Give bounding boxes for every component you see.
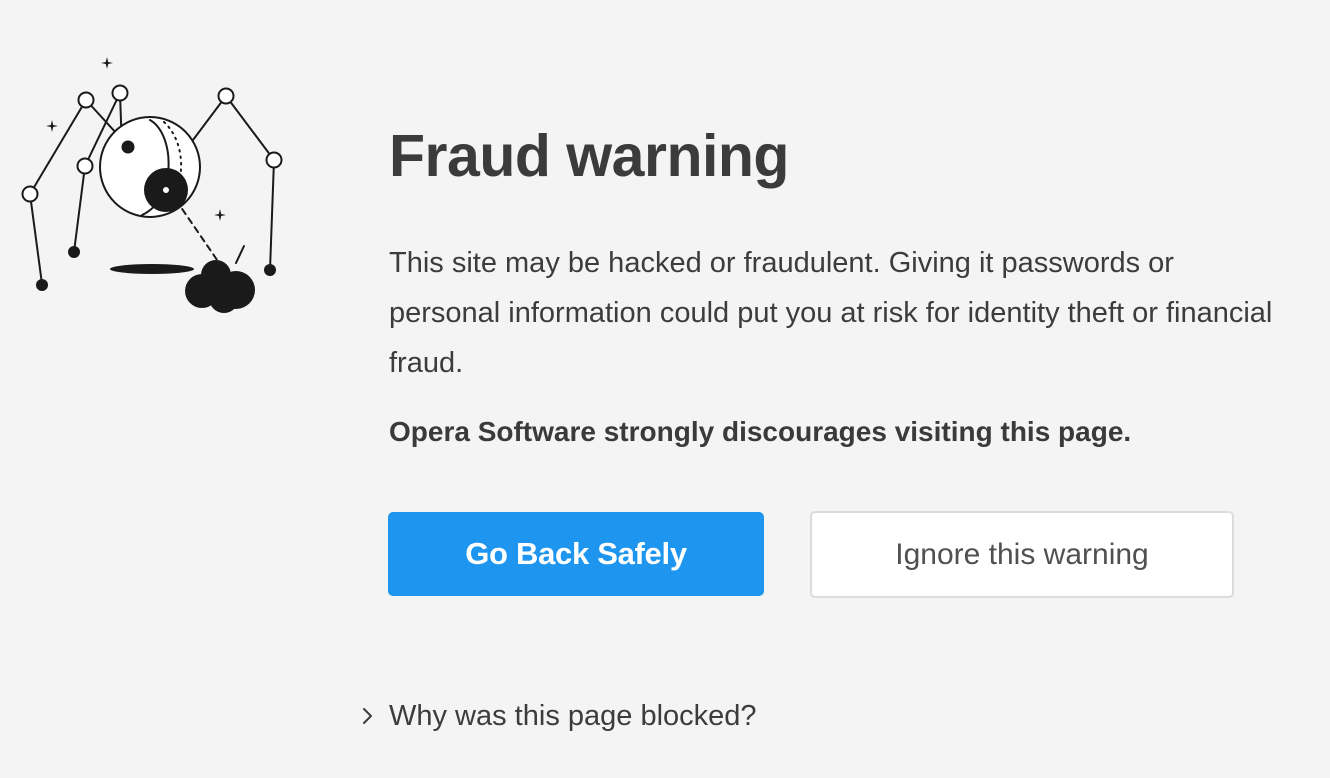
spider-monster-illustration [21,57,283,313]
fraud-warning-page: Fraud warning This site may be hacked or… [0,0,1330,778]
why-blocked-toggle[interactable]: Why was this page blocked? [358,696,757,736]
why-blocked-label: Why was this page blocked? [389,700,757,732]
warning-content: Fraud warning This site may be hacked or… [389,120,1289,452]
warning-description: This site may be hacked or fraudulent. G… [389,247,1273,379]
page-title: Fraud warning [389,123,789,189]
ignore-warning-button[interactable]: Ignore this warning [810,511,1234,598]
discourage-notice: Opera Software strongly discourages visi… [389,416,1132,447]
chevron-right-icon [363,708,372,724]
go-back-safely-button[interactable]: Go Back Safely [388,512,764,596]
